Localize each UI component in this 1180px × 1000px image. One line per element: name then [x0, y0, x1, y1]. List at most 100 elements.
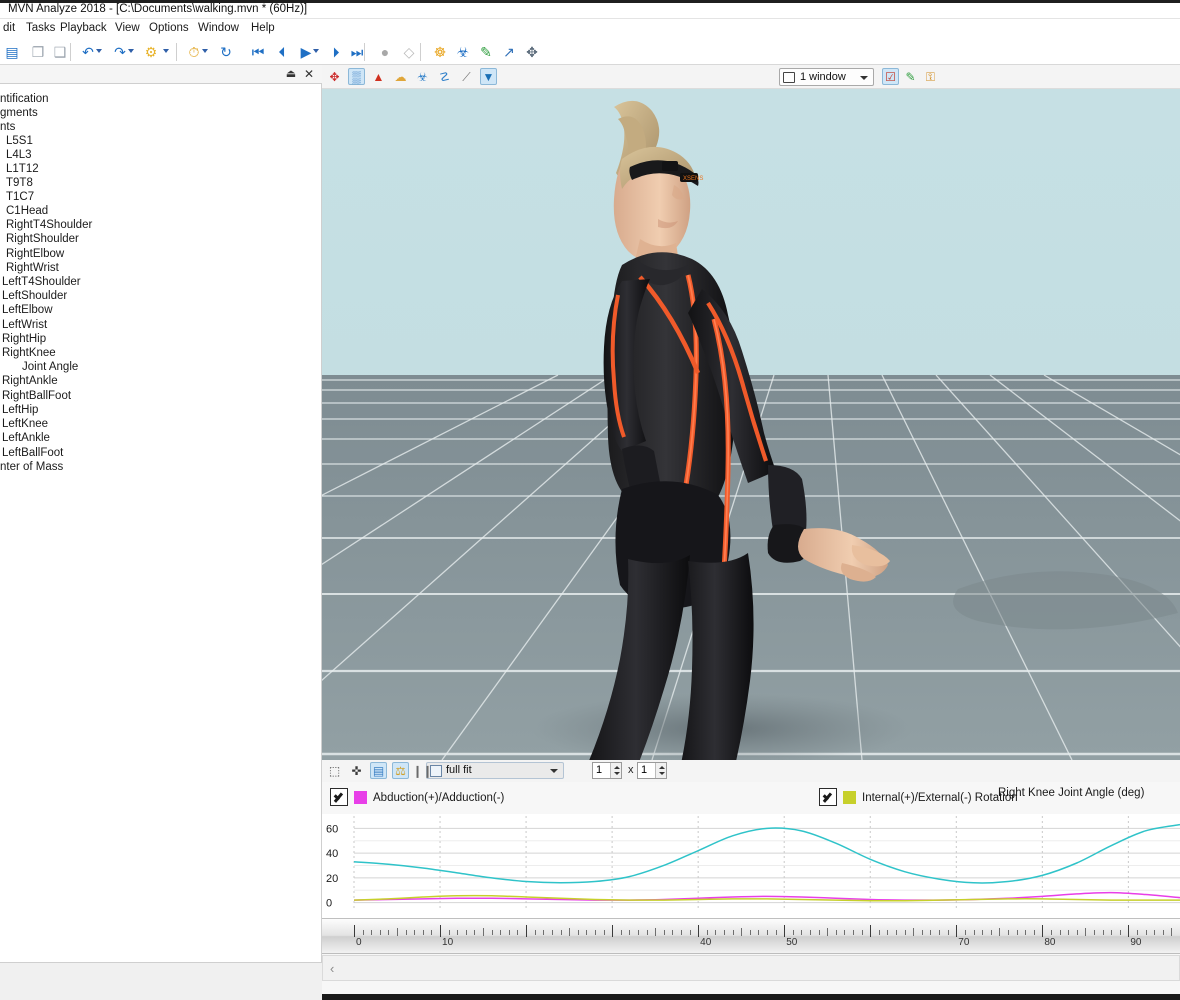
rows-spinner-arrows[interactable]	[610, 763, 621, 778]
calibration-icon[interactable]: ☸	[430, 42, 450, 62]
skip-start-icon[interactable]: ⏮	[248, 42, 268, 62]
marker-icon[interactable]: ▲	[370, 68, 387, 85]
stopwatch-icon[interactable]: ⏱	[184, 42, 204, 62]
graph-scrollbar[interactable]: ‹	[322, 955, 1180, 981]
tree-item[interactable]: L5S1	[6, 134, 33, 148]
ruler-tick	[956, 925, 957, 937]
dropdown-caret-icon[interactable]	[96, 49, 102, 53]
rows-spinner[interactable]: 1	[592, 762, 622, 779]
plot-area[interactable]: 6040200	[322, 814, 1180, 918]
body-icon[interactable]: ☣	[453, 42, 473, 62]
graph-icon[interactable]: ↗	[499, 42, 519, 62]
lock-icon[interactable]: ⚿	[922, 68, 939, 85]
3d-scene[interactable]: XSENS	[322, 89, 1180, 760]
tree-item[interactable]: RightAnkle	[2, 374, 58, 388]
tree-item[interactable]: RightElbow	[6, 247, 64, 261]
tree-item[interactable]: T9T8	[6, 176, 33, 190]
tree-item[interactable]: LeftShoulder	[2, 289, 67, 303]
menu-item-dit[interactable]: dit	[0, 21, 18, 35]
tree-item[interactable]: nts	[0, 120, 15, 134]
dropdown-caret-icon[interactable]	[313, 49, 319, 53]
scroll-left-icon[interactable]: ‹	[330, 961, 334, 976]
fullscreen-icon[interactable]: ✥	[522, 42, 542, 62]
menu-item-playback[interactable]: Playback	[57, 21, 110, 35]
ruler-tick	[862, 930, 863, 935]
tree-item[interactable]: LeftT4Shoulder	[2, 275, 81, 289]
tag-icon[interactable]: ◇	[399, 42, 419, 62]
tree-item[interactable]: L4L3	[6, 148, 32, 162]
step-back-icon[interactable]: ⏴	[272, 42, 292, 62]
close-icon[interactable]: ✕	[302, 67, 316, 81]
tree-item[interactable]: LeftBallFoot	[2, 446, 63, 460]
ruler-tick	[612, 925, 613, 937]
select-region-icon[interactable]: ⬚	[326, 762, 343, 779]
timeline-ruler[interactable]: 0104050708090	[322, 918, 1180, 954]
dropdown-caret-icon[interactable]	[202, 49, 208, 53]
tree-item[interactable]: Joint Angle	[22, 360, 78, 374]
edit-pencil-icon[interactable]: ✎	[476, 42, 496, 62]
tree-item[interactable]: LeftWrist	[2, 318, 47, 332]
save-icon[interactable]: ▤	[2, 42, 22, 62]
tree-item[interactable]: ntification	[0, 92, 49, 106]
cols-spinner-arrows[interactable]	[655, 763, 666, 778]
redo-icon[interactable]: ↷	[110, 42, 130, 62]
window-layout-select[interactable]: 1 window	[779, 68, 874, 86]
tree-item[interactable]: LeftHip	[2, 403, 38, 417]
left-panel-scrollbar[interactable]	[0, 963, 322, 980]
tree-item[interactable]: C1Head	[6, 204, 48, 218]
y-axis-tick-label: 40	[326, 848, 338, 860]
copy-icon[interactable]: ❐	[28, 42, 48, 62]
tree-item[interactable]: nter of Mass	[0, 460, 63, 474]
tree-item[interactable]: L1T12	[6, 162, 39, 176]
menu-item-help[interactable]: Help	[248, 21, 278, 35]
segment-tree[interactable]: ntificationgmentsntsL5S1L4L3L1T12T9T8T1C…	[0, 83, 322, 963]
menu-item-window[interactable]: Window	[195, 21, 242, 35]
tree-item[interactable]: LeftElbow	[2, 303, 53, 317]
menu-item-view[interactable]: View	[112, 21, 143, 35]
fit-mode-select[interactable]: full fit	[426, 762, 564, 779]
show-grid-icon[interactable]: ▤	[370, 762, 387, 779]
cols-spinner[interactable]: 1	[637, 762, 667, 779]
ruler-tick	[1085, 928, 1086, 936]
tree-item[interactable]: LeftKnee	[2, 417, 48, 431]
ruler-tick	[388, 930, 389, 935]
tree-item[interactable]: RightBallFoot	[2, 389, 71, 403]
menu-item-tasks[interactable]: Tasks	[23, 21, 58, 35]
tree-item[interactable]: T1C7	[6, 190, 34, 204]
split-view-icon[interactable]: ❙❙	[414, 762, 431, 779]
step-forward-icon[interactable]: ⏵	[326, 42, 346, 62]
trajectory-icon[interactable]: ⟋	[458, 68, 475, 85]
reprocess-icon[interactable]: ↻	[216, 42, 236, 62]
paste-icon[interactable]: ❑	[50, 42, 70, 62]
legend-checkbox[interactable]	[819, 788, 837, 806]
actor-icon[interactable]: ☣	[414, 68, 431, 85]
menu-item-options[interactable]: Options	[146, 21, 192, 35]
legend-icon[interactable]: ⚖	[392, 762, 409, 779]
tree-item[interactable]: RightKnee	[2, 346, 56, 360]
tree-item[interactable]: gments	[0, 106, 38, 120]
skeleton-icon[interactable]: ☡	[436, 68, 453, 85]
pan-icon[interactable]: ✜	[348, 762, 365, 779]
dropdown-caret-icon[interactable]	[163, 49, 169, 53]
tree-item[interactable]: RightShoulder	[6, 232, 79, 246]
pin-icon[interactable]: ⏏	[284, 67, 298, 81]
dropdown-caret-icon[interactable]	[128, 49, 134, 53]
pencil-icon[interactable]: ✎	[902, 68, 919, 85]
settings-gear-icon[interactable]: ⚙	[141, 42, 161, 62]
toolbar-separator	[176, 43, 177, 61]
tree-item[interactable]: LeftAnkle	[2, 431, 50, 445]
skip-end-icon[interactable]: ⏭	[347, 42, 367, 62]
legend-checkbox[interactable]	[330, 788, 348, 806]
tree-item[interactable]: RightT4Shoulder	[6, 218, 92, 232]
tree-item[interactable]: RightHip	[2, 332, 46, 346]
undo-icon[interactable]: ↶	[78, 42, 98, 62]
ground-icon[interactable]: ☁	[392, 68, 409, 85]
tree-item[interactable]: RightWrist	[6, 261, 59, 275]
camera-view-icon[interactable]: ▼	[480, 68, 497, 85]
grid-toggle-icon[interactable]: ▒	[348, 68, 365, 85]
annotate-icon[interactable]: ☑	[882, 68, 899, 85]
record-icon[interactable]: ●	[375, 42, 395, 62]
ruler-tick	[647, 930, 648, 935]
reset-view-icon[interactable]: ✥	[326, 68, 343, 85]
ruler-tick	[621, 930, 622, 935]
